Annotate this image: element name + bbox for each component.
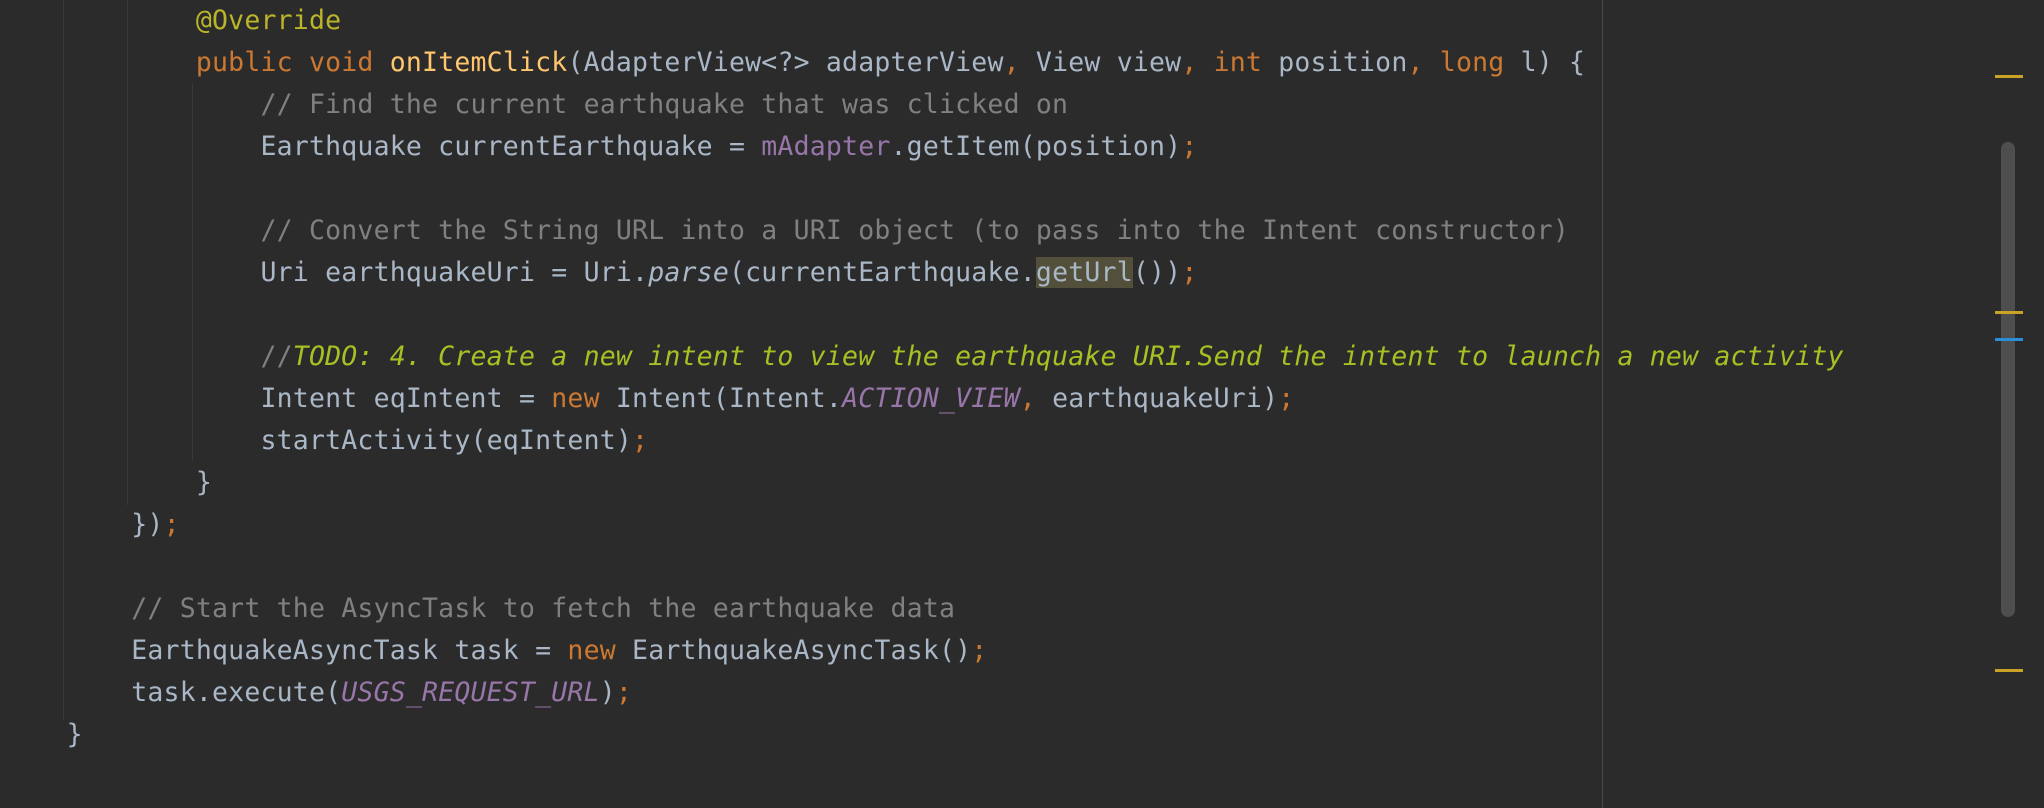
code-line[interactable]: EarthquakeAsyncTask task = new Earthquak… [2, 630, 987, 672]
code-token: USGS_REQUEST_URL [341, 677, 600, 708]
code-token: View view [1019, 47, 1182, 78]
code-token: new [567, 635, 616, 666]
code-token: TODO: 4. Create a new intent to view the… [292, 341, 1844, 372]
code-token: Uri earthquakeUri = Uri. [260, 257, 649, 288]
code-token: parse [648, 257, 729, 288]
code-line[interactable]: //TODO: 4. Create a new intent to view t… [2, 336, 1844, 378]
code-line[interactable]: } [2, 714, 83, 756]
code-token: ; [1181, 131, 1198, 162]
code-token: (currentEarthquake. [728, 257, 1036, 288]
code-token: int [1213, 47, 1263, 78]
code-token: } [195, 467, 213, 498]
code-token: } [66, 719, 83, 750]
stripe-marker[interactable] [1995, 338, 2023, 341]
code-token: ; [632, 425, 649, 456]
code-token: ()) [1132, 257, 1182, 288]
code-token: Earthquake currentEarthquake = [260, 131, 762, 162]
code-editor[interactable]: @Override public void onItemClick(Adapte… [0, 0, 2044, 808]
code-token: ; [163, 509, 180, 540]
code-line[interactable]: // Find the current earthquake that was … [2, 84, 1068, 126]
code-token: Intent eqIntent = [260, 383, 552, 414]
code-line[interactable]: // Convert the String URL into a URI obj… [2, 210, 1569, 252]
stripe-marker[interactable] [1995, 669, 2023, 672]
code-line[interactable]: // Start the AsyncTask to fetch the eart… [2, 588, 955, 630]
code-token: ; [1181, 257, 1198, 288]
stripe-marker[interactable] [1995, 311, 2023, 314]
code-token: ) [599, 677, 616, 708]
code-token: // Start the AsyncTask to fetch the eart… [131, 593, 956, 624]
code-line[interactable]: }); [2, 504, 180, 546]
code-token: void [308, 47, 374, 78]
code-line[interactable]: Uri earthquakeUri = Uri.parse(currentEar… [2, 252, 1197, 294]
code-token: getUrl [1035, 257, 1133, 288]
code-line[interactable]: startActivity(eqIntent); [2, 420, 648, 462]
code-token: , [1181, 47, 1198, 78]
code-token: }) [131, 509, 164, 540]
code-token: , [1407, 47, 1424, 78]
code-line[interactable]: task.execute(USGS_REQUEST_URL); [2, 672, 632, 714]
code-token: position [1262, 47, 1408, 78]
code-line[interactable]: public void onItemClick(AdapterView<?> a… [2, 42, 1585, 84]
code-token: // Find the current earthquake that was … [260, 89, 1069, 120]
code-token: , [1019, 383, 1036, 414]
code-token: task.execute( [131, 677, 342, 708]
code-token: EarthquakeAsyncTask() [615, 635, 972, 666]
stripe-marker[interactable] [1995, 75, 2023, 78]
code-line[interactable]: Earthquake currentEarthquake = mAdapter.… [2, 126, 1197, 168]
code-token: ACTION_VIEW [842, 383, 1020, 414]
code-line[interactable]: } [2, 462, 212, 504]
code-token: EarthquakeAsyncTask task = [131, 635, 568, 666]
right-margin-guide [1602, 0, 1603, 808]
scrollbar-thumb[interactable] [2001, 142, 2015, 617]
code-token: Intent(Intent. [599, 383, 843, 414]
code-token: long [1439, 47, 1505, 78]
code-token: ; [1278, 383, 1295, 414]
code-token: l) { [1504, 47, 1586, 78]
code-line[interactable]: Intent eqIntent = new Intent(Intent.ACTI… [2, 378, 1294, 420]
code-token: , [1003, 47, 1020, 78]
code-token: onItemClick [389, 47, 568, 78]
code-token: .getItem(position) [890, 131, 1182, 162]
code-token: public [195, 47, 293, 78]
code-token: (AdapterView<?> adapterView [567, 47, 1004, 78]
code-token: ; [615, 677, 633, 708]
code-token: @Override [195, 5, 342, 36]
code-line[interactable]: @Override [2, 0, 341, 42]
code-token: // [260, 341, 293, 372]
code-token: new [551, 383, 600, 414]
code-token: ; [971, 635, 988, 666]
code-token: startActivity(eqIntent) [260, 425, 633, 456]
code-token: earthquakeUri) [1035, 383, 1279, 414]
code-token: // Convert the String URL into a URI obj… [260, 215, 1569, 246]
code-token: mAdapter [761, 131, 891, 162]
